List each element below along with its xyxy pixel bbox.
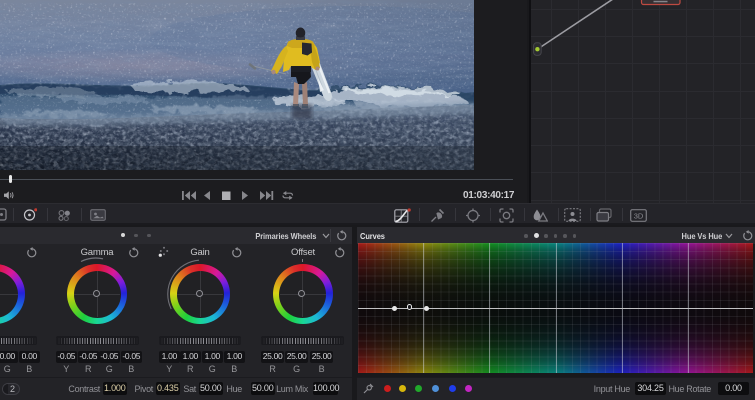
svg-text:3D: 3D — [634, 212, 644, 221]
